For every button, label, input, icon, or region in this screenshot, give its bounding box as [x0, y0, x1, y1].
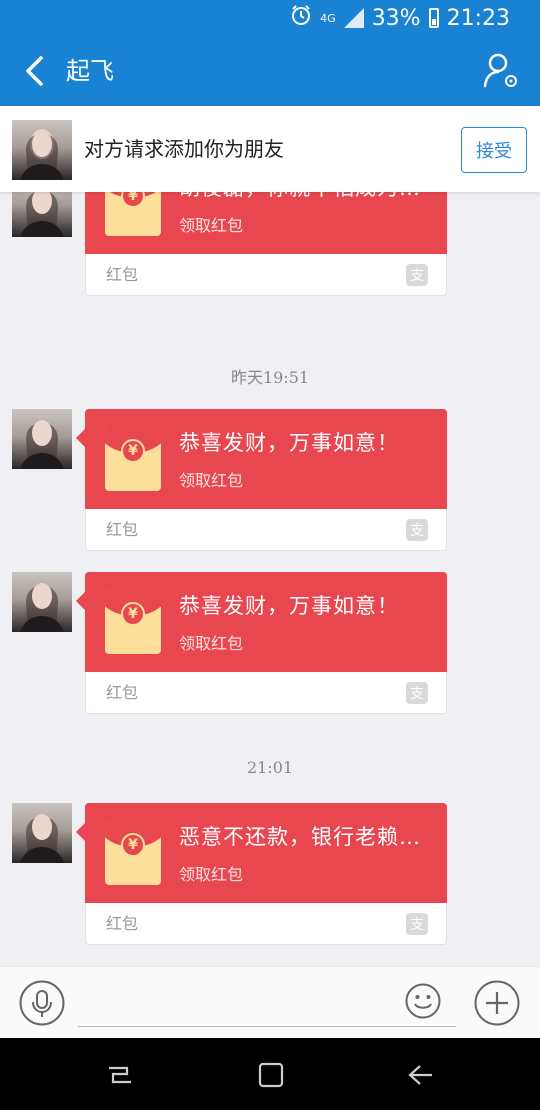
recent-apps-icon — [109, 1066, 131, 1084]
chat-title: 起飞 — [66, 57, 114, 85]
status-bar: 4G 33% 21:23 — [0, 0, 540, 36]
red-packet-message[interactable]: ¥ 恭喜发财，万事如意！ 领取红包 红包 支 — [76, 409, 447, 551]
recent-apps-button[interactable] — [105, 1060, 135, 1090]
alipay-icon: 支 — [406, 519, 428, 541]
red-packet-title: 恶意不还款，银行老赖了？ — [179, 825, 437, 849]
system-back-button[interactable] — [406, 1060, 436, 1090]
avatar[interactable] — [12, 409, 72, 469]
red-packet-subtitle: 领取红包 — [179, 634, 244, 653]
avatar[interactable] — [12, 803, 72, 863]
alipay-icon: 支 — [406, 913, 428, 935]
nav-bar: 起飞 — [0, 36, 540, 106]
red-packet-label: 红包 — [106, 914, 139, 933]
red-packet-message[interactable]: ¥ 恶意不还款，银行老赖了？ 领取红包 红包 支 — [76, 803, 447, 945]
home-icon — [258, 1062, 284, 1088]
red-packet-label: 红包 — [106, 683, 139, 702]
red-packet-message[interactable]: ¥ 恭喜发财，万事如意！ 领取红包 红包 支 — [76, 572, 447, 714]
network-indicator: 4G — [320, 11, 336, 25]
avatar — [12, 120, 72, 180]
battery-icon — [428, 8, 439, 28]
alipay-icon: 支 — [406, 264, 428, 286]
input-bar — [0, 966, 540, 1038]
more-actions-button[interactable] — [474, 980, 520, 1026]
clock: 21:23 — [446, 5, 510, 31]
avatar[interactable] — [12, 572, 72, 632]
alipay-icon: 支 — [406, 682, 428, 704]
chat-area[interactable]: ¥ 胡俊磊，你就不怕成为失信人吗 领取红包 红包 支 昨天19:51 ¥ 恭喜发… — [0, 192, 540, 966]
voice-button[interactable] — [19, 980, 65, 1026]
red-packet-message[interactable]: ¥ 胡俊磊，你就不怕成为失信人吗 领取红包 红包 支 — [85, 192, 447, 296]
contact-settings-button[interactable] — [482, 52, 522, 92]
battery-percent: 33% — [371, 5, 421, 31]
red-packet-subtitle: 领取红包 — [179, 216, 244, 235]
microphone-icon — [19, 980, 65, 1026]
home-button[interactable] — [256, 1060, 286, 1090]
emoji-button[interactable] — [405, 983, 441, 1019]
red-packet-subtitle: 领取红包 — [179, 471, 244, 490]
red-packet-subtitle: 领取红包 — [179, 865, 244, 884]
red-packet-title: 胡俊磊，你就不怕成为失信人吗 — [179, 192, 437, 202]
red-packet-title: 恭喜发财，万事如意！ — [179, 431, 399, 455]
chevron-left-icon — [26, 56, 43, 86]
accept-button[interactable]: 接受 — [461, 127, 527, 173]
red-packet-label: 红包 — [106, 265, 139, 284]
alarm-icon — [290, 4, 312, 32]
red-envelope-icon: ¥ — [105, 427, 161, 491]
signal-icon — [343, 8, 364, 28]
red-envelope-icon: ¥ — [105, 192, 161, 236]
friend-request-banner: 对方请求添加你为朋友 — [0, 106, 540, 192]
red-envelope-icon: ¥ — [105, 821, 161, 885]
friend-request-text: 对方请求添加你为朋友 — [84, 137, 284, 161]
user-settings-icon — [483, 53, 517, 88]
avatar[interactable] — [12, 192, 72, 237]
back-arrow-icon — [408, 1065, 432, 1085]
red-packet-title: 恭喜发财，万事如意！ — [179, 594, 399, 618]
red-packet-label: 红包 — [106, 520, 139, 539]
system-nav-bar — [0, 1038, 540, 1110]
red-envelope-icon: ¥ — [105, 590, 161, 654]
back-button[interactable] — [14, 51, 54, 91]
smiley-icon — [405, 983, 441, 1019]
timestamp: 昨天19:51 — [230, 368, 310, 387]
timestamp: 21:01 — [246, 758, 294, 777]
plus-icon — [474, 980, 520, 1026]
message-input[interactable] — [78, 983, 456, 1027]
